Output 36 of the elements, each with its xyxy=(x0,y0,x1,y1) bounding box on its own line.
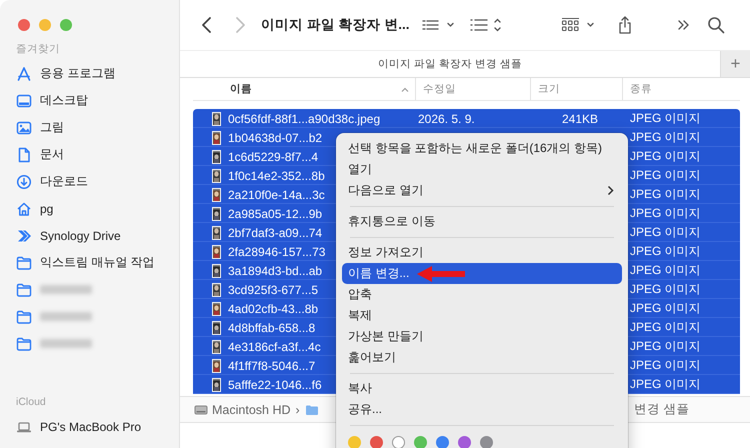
file-type: JPEG 이미지 xyxy=(629,338,701,355)
file-size: 241KB xyxy=(560,112,599,126)
file-name: 1c6d5229-8f7...4 xyxy=(228,150,318,164)
modified-date: 2026. 5. 9. xyxy=(417,112,475,126)
file-name: 2a210f0e-14a...3c xyxy=(228,188,325,202)
file-name: 4ad02cfb-43...8b xyxy=(228,302,318,316)
file-type: JPEG 이미지 xyxy=(629,224,701,241)
file-type: JPEG 이미지 xyxy=(629,300,701,317)
file-name: 4e3186cf-a3f...4c xyxy=(228,340,321,354)
file-type: JPEG 이미지 xyxy=(629,148,701,165)
file-type: JPEG 이미지 xyxy=(629,376,701,393)
file-type: JPEG 이미지 xyxy=(629,281,701,298)
file-type: JPEG 이미지 xyxy=(629,357,701,374)
file-name: 2fa28946-157...73 xyxy=(228,244,326,258)
file-type: JPEG 이미지 xyxy=(629,262,701,279)
path-separator: › xyxy=(296,402,300,416)
file-name: 3cd925f3-677...5 xyxy=(228,282,318,296)
file-name: 4d8bffab-658...8 xyxy=(228,320,316,334)
file-type: JPEG 이미지 xyxy=(629,110,701,127)
file-name: 4f1ff7f8-5046...7 xyxy=(228,358,316,372)
file-name: 2a985a05-12...9b xyxy=(228,206,322,220)
file-name: 0cf56fdf-88f1...a90d38c.jpeg xyxy=(228,112,380,126)
file-name: 3a1894d3-bd...ab xyxy=(228,264,322,278)
file-name: 2bf7daf3-a09...74 xyxy=(228,226,322,240)
file-type: JPEG 이미지 xyxy=(629,205,701,222)
file-type: JPEG 이미지 xyxy=(629,167,701,184)
window-title: 이미지 파일 확장자 변... xyxy=(261,16,411,34)
sidebar-section-header: 즐겨찾기 xyxy=(16,42,61,57)
file-name: 1b04638d-07...b2 xyxy=(228,130,322,144)
sidebar-section-header: iCloud xyxy=(16,395,47,410)
file-type: JPEG 이미지 xyxy=(629,243,701,260)
file-type: JPEG 이미지 xyxy=(629,129,701,146)
file-name: 1f0c14e2-352...8b xyxy=(228,168,325,182)
file-name: 5afffe22-1046...f6 xyxy=(228,378,322,392)
file-type: JPEG 이미지 xyxy=(629,319,701,336)
file-type: JPEG 이미지 xyxy=(629,186,701,203)
